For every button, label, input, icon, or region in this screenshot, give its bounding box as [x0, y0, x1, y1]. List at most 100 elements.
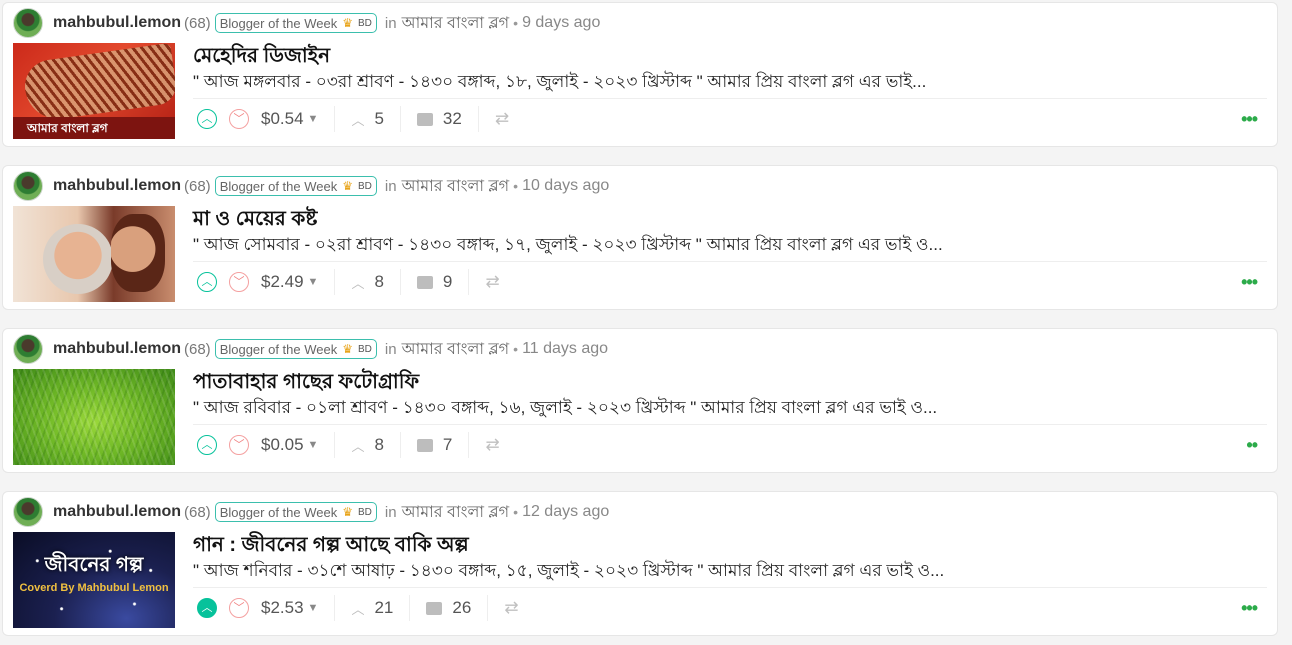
payout-value[interactable]: $2.53	[261, 598, 304, 618]
post-header: mahbubul.lemon (68) Blogger of the Week …	[13, 7, 1267, 39]
vote-count[interactable]: 5	[374, 109, 383, 129]
avatar[interactable]	[13, 8, 43, 38]
more-options-icon[interactable]: ••	[1246, 435, 1258, 456]
more-options-icon[interactable]: •••	[1241, 598, 1258, 619]
comment-count[interactable]: 32	[443, 109, 462, 129]
downvote-icon[interactable]: ﹀	[229, 272, 249, 292]
reblog-icon[interactable]: ⇄	[504, 598, 518, 618]
upvote-icon[interactable]: ︿	[197, 435, 217, 455]
post-actions: ︿ ﹀ $2.49 ▼ ︿ 8 9 ⇄ •••	[197, 266, 1267, 298]
divider	[409, 595, 411, 621]
avatar[interactable]	[13, 497, 43, 527]
chevron-up-icon[interactable]: ︿	[351, 110, 364, 129]
comments-icon[interactable]	[413, 272, 433, 289]
badge-suffix: BD	[358, 180, 372, 192]
author-link[interactable]: mahbubul.lemon	[53, 340, 181, 358]
caret-down-icon[interactable]: ▼	[308, 439, 319, 451]
payout-value[interactable]: $2.49	[261, 272, 304, 292]
author-link[interactable]: mahbubul.lemon	[53, 503, 181, 521]
crown-icon: ♛	[342, 179, 354, 193]
mother-face-image	[43, 224, 113, 294]
comment-count[interactable]: 9	[443, 272, 452, 292]
reblog-icon[interactable]: ⇄	[485, 435, 499, 455]
author-reputation: (68)	[184, 340, 211, 358]
upvote-icon[interactable]: ︿	[197, 109, 217, 129]
post-card: mahbubul.lemon (68) Blogger of the Week …	[2, 2, 1278, 147]
post-thumbnail[interactable]	[13, 206, 175, 302]
avatar[interactable]	[13, 334, 43, 364]
separator-dot: •	[513, 15, 519, 31]
divider	[468, 432, 470, 458]
vote-count[interactable]: 21	[374, 598, 393, 618]
vote-count[interactable]: 8	[374, 435, 383, 455]
post-thumbnail[interactable]: জীবনের গল্প Coverd By Mahbubul Lemon	[13, 532, 175, 628]
upvote-icon[interactable]: ︿	[197, 272, 217, 292]
post-thumbnail[interactable]: আমার বাংলা ব্লগ	[13, 43, 175, 139]
post-actions: ︿ ﹀ $0.05 ▼ ︿ 8 7 ⇄ ••	[197, 429, 1267, 461]
badge-label: Blogger of the Week	[219, 341, 338, 357]
comments-icon[interactable]	[413, 109, 433, 126]
author-link[interactable]: mahbubul.lemon	[53, 14, 181, 32]
author-reputation: (68)	[184, 177, 211, 195]
comment-count[interactable]: 7	[443, 435, 452, 455]
comments-icon[interactable]	[413, 435, 433, 452]
comments-icon[interactable]	[423, 598, 443, 615]
community-link[interactable]: আমার বাংলা ব্লগ	[402, 173, 510, 200]
vote-count[interactable]: 8	[374, 272, 383, 292]
author-badge: Blogger of the Week ♛ BD	[214, 13, 377, 33]
post-excerpt[interactable]: " আজ রবিবার - ০১লা শ্রাবণ - ১৪৩০ বঙ্গাব্…	[193, 395, 937, 423]
post-excerpt[interactable]: " আজ শনিবার - ৩১শে আষাঢ় - ১৪৩০ বঙ্গাব্দ…	[193, 558, 944, 586]
avatar[interactable]	[13, 171, 43, 201]
divider	[334, 269, 336, 295]
reblog-icon[interactable]: ⇄	[495, 109, 509, 129]
crown-icon: ♛	[342, 342, 354, 356]
caret-down-icon[interactable]: ▼	[308, 276, 319, 288]
post-age[interactable]: 10 days ago	[522, 177, 609, 195]
payout-value[interactable]: $0.05	[261, 435, 304, 455]
divider	[487, 595, 489, 621]
in-label: in	[384, 14, 397, 32]
downvote-icon[interactable]: ﹀	[229, 109, 249, 129]
more-options-icon[interactable]: •••	[1241, 109, 1258, 130]
badge-suffix: BD	[358, 17, 372, 29]
chevron-up-icon[interactable]: ︿	[351, 273, 364, 292]
caret-down-icon[interactable]: ▼	[308, 113, 319, 125]
in-label: in	[384, 177, 397, 195]
divider	[334, 432, 336, 458]
author-reputation: (68)	[184, 14, 211, 32]
community-link[interactable]: আমার বাংলা ব্লগ	[402, 499, 510, 526]
post-header: mahbubul.lemon (68) Blogger of the Week …	[13, 170, 1267, 202]
post-actions: ︿ ﹀ $2.53 ▼ ︿ 21 26 ⇄ •••	[197, 592, 1267, 624]
chevron-up-icon[interactable]: ︿	[351, 599, 364, 618]
caret-down-icon[interactable]: ▼	[308, 602, 319, 614]
more-options-icon[interactable]: •••	[1241, 272, 1258, 293]
badge-suffix: BD	[358, 343, 372, 355]
author-link[interactable]: mahbubul.lemon	[53, 177, 181, 195]
post-actions: ︿ ﹀ $0.54 ▼ ︿ 5 32 ⇄ •••	[197, 103, 1267, 135]
post-age[interactable]: 11 days ago	[522, 340, 608, 358]
post-excerpt[interactable]: " আজ মঙ্গলবার - ০৩রা শ্রাবণ - ১৪৩০ বঙ্গা…	[193, 69, 926, 97]
chevron-up-icon[interactable]: ︿	[351, 436, 364, 455]
henna-hand-image	[21, 43, 175, 124]
author-badge: Blogger of the Week ♛ BD	[214, 176, 377, 196]
payout-value[interactable]: $0.54	[261, 109, 304, 129]
post-excerpt[interactable]: " আজ সোমবার - ০২রা শ্রাবণ - ১৪৩০ বঙ্গাব্…	[193, 232, 943, 260]
crown-icon: ♛	[342, 16, 354, 30]
community-link[interactable]: আমার বাংলা ব্লগ	[402, 336, 510, 363]
reblog-icon[interactable]: ⇄	[485, 272, 499, 292]
downvote-icon[interactable]: ﹀	[229, 598, 249, 618]
divider	[193, 424, 1267, 425]
downvote-icon[interactable]: ﹀	[229, 435, 249, 455]
post-thumbnail[interactable]	[13, 369, 175, 465]
thumbnail-caption: আমার বাংলা ব্লগ	[13, 117, 175, 139]
badge-suffix: BD	[358, 506, 372, 518]
badge-label: Blogger of the Week	[219, 178, 338, 194]
crown-icon: ♛	[342, 505, 354, 519]
post-age[interactable]: 12 days ago	[522, 503, 609, 521]
comment-count[interactable]: 26	[452, 598, 471, 618]
post-age[interactable]: 9 days ago	[522, 14, 600, 32]
upvote-icon[interactable]: ︿	[197, 598, 217, 618]
separator-dot: •	[513, 341, 519, 357]
community-link[interactable]: আমার বাংলা ব্লগ	[402, 10, 510, 37]
divider	[193, 261, 1267, 262]
